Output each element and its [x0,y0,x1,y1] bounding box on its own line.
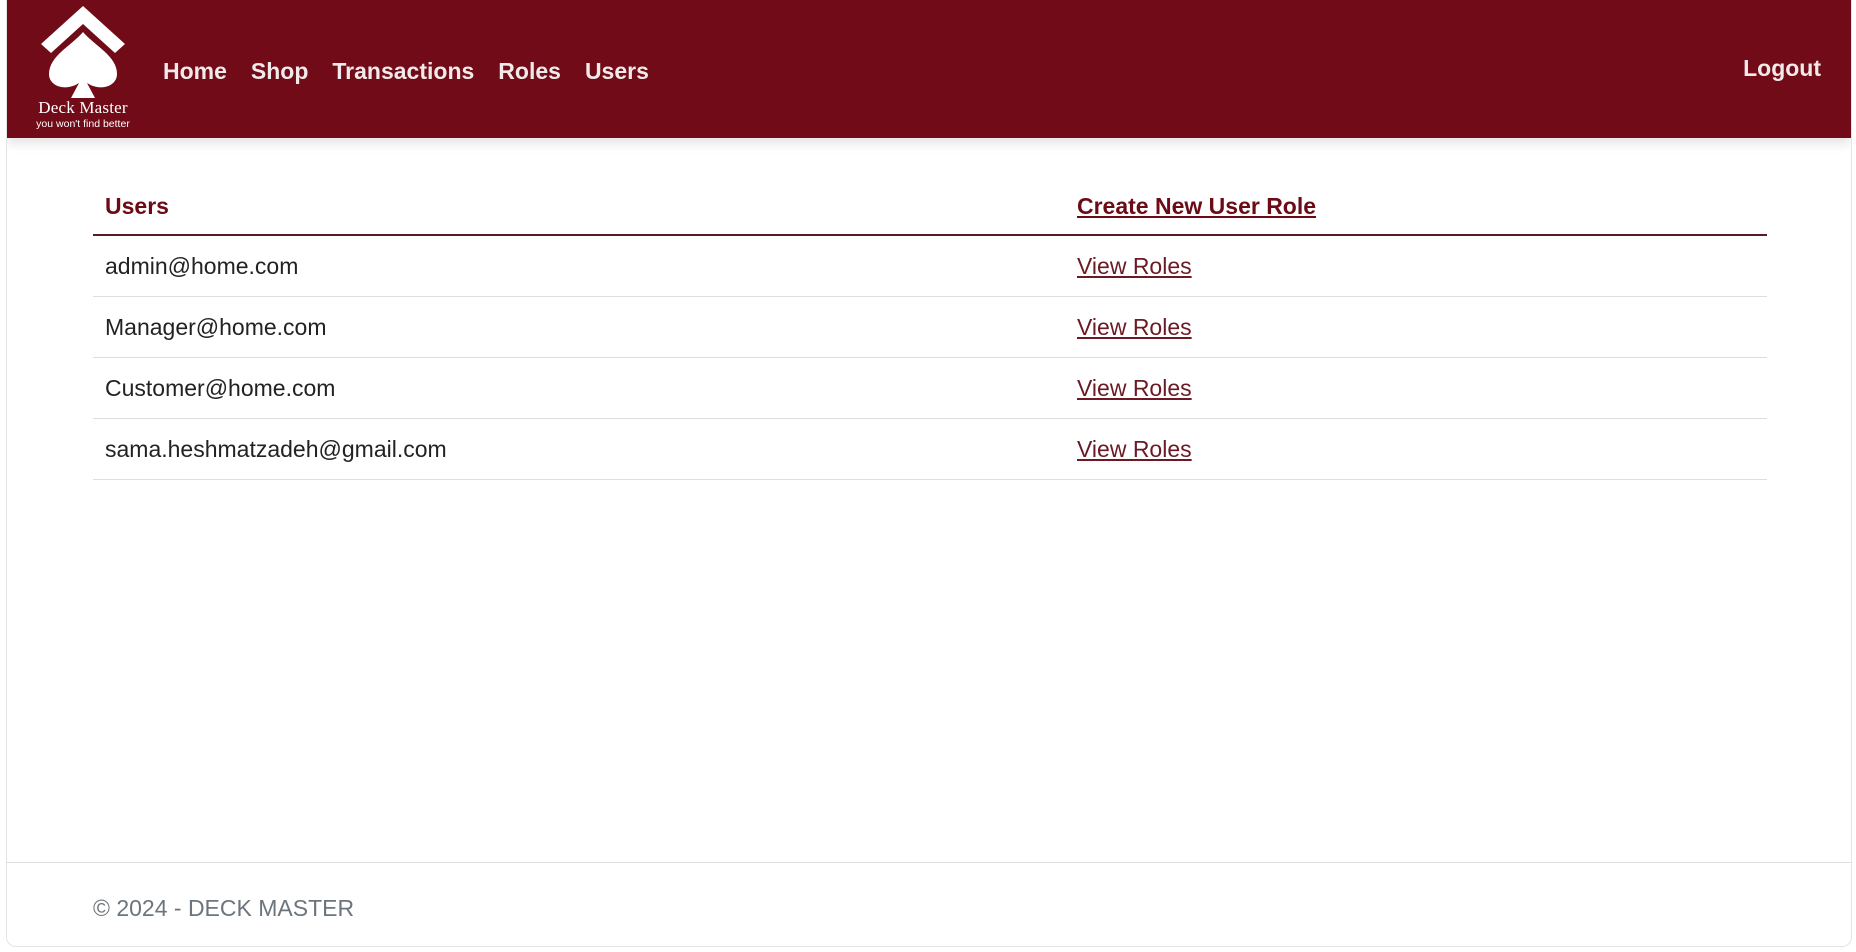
table-row: Customer@home.com View Roles [93,357,1767,419]
logout-link[interactable]: Logout [1743,55,1821,82]
page-footer: © 2024 - DECK MASTER [7,862,1851,946]
brand-tagline: you won't find better [36,118,130,130]
create-role-header-cell: Create New User Role [1065,178,1767,236]
main-content: Users Create New User Role admin@home.co… [93,178,1767,480]
top-navbar: Deck Master you won't find better Home S… [7,0,1851,138]
user-email: sama.heshmatzadeh@gmail.com [93,418,1065,480]
table-row: sama.heshmatzadeh@gmail.com View Roles [93,418,1767,480]
users-table: Users Create New User Role admin@home.co… [93,178,1767,480]
view-roles-link[interactable]: View Roles [1077,253,1192,279]
view-roles-link[interactable]: View Roles [1077,314,1192,340]
brand-title: Deck Master [38,98,128,117]
nav-roles[interactable]: Roles [498,58,561,85]
user-email: Manager@home.com [93,296,1065,358]
user-email: Customer@home.com [93,357,1065,419]
nav-transactions[interactable]: Transactions [332,58,474,85]
action-cell: View Roles [1065,357,1767,419]
nav-shop[interactable]: Shop [251,58,309,85]
view-roles-link[interactable]: View Roles [1077,375,1192,401]
users-column-header: Users [93,178,1065,236]
table-header-row: Users Create New User Role [93,178,1767,236]
create-new-user-role-link[interactable]: Create New User Role [1077,193,1316,219]
brand-logo-link[interactable]: Deck Master you won't find better [21,6,145,132]
action-cell: View Roles [1065,235,1767,297]
spade-icon [41,6,125,98]
nav-home[interactable]: Home [163,58,227,85]
page-frame: Deck Master you won't find better Home S… [6,0,1852,947]
action-cell: View Roles [1065,418,1767,480]
action-cell: View Roles [1065,296,1767,358]
table-row: admin@home.com View Roles [93,235,1767,297]
main-nav: Home Shop Transactions Roles Users [163,55,673,87]
footer-copyright: © 2024 - DECK MASTER [93,895,355,921]
view-roles-link[interactable]: View Roles [1077,436,1192,462]
table-row: Manager@home.com View Roles [93,296,1767,358]
nav-users[interactable]: Users [585,58,649,85]
user-email: admin@home.com [93,235,1065,297]
